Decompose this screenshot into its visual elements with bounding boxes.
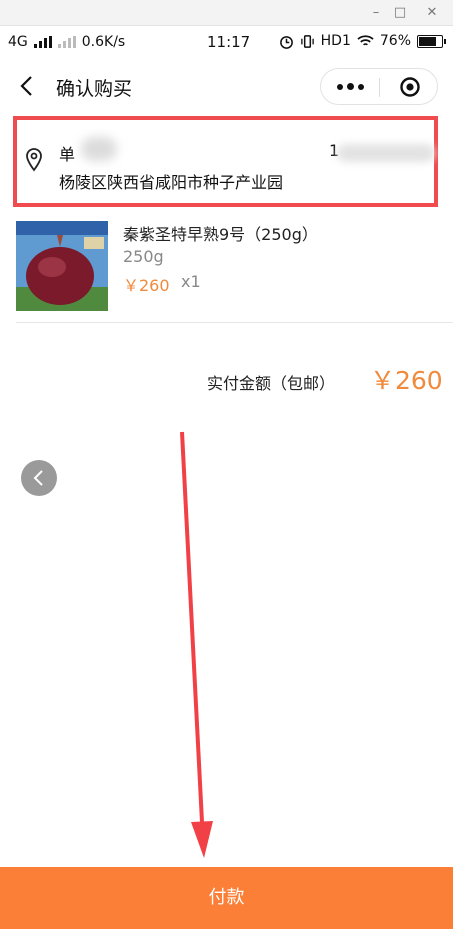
signal-icon — [33, 36, 52, 48]
location-pin-icon — [26, 148, 42, 172]
alarm-icon — [279, 35, 293, 49]
nav-bar: 确认购买 — [0, 58, 453, 114]
address-card[interactable]: 单 1 杨陵区陕西省咸阳市种子产业园 — [13, 116, 438, 207]
window-title-bar: – □ ✕ — [0, 0, 453, 26]
redacted-name — [81, 137, 117, 161]
total-label: 实付金额（包邮） — [207, 374, 336, 393]
status-bar: 4G 0.6K/s 11:17 HD1 76% — [0, 26, 453, 58]
mini-program-capsule — [320, 68, 438, 105]
back-button[interactable] — [16, 72, 40, 100]
product-name: 秦紫圣特早熟9号（250g） — [123, 225, 318, 244]
product-spec: 250g — [123, 247, 164, 266]
clock: 11:17 — [207, 33, 251, 51]
total-amount: ￥260 — [370, 366, 443, 395]
close-icon[interactable]: ✕ — [423, 4, 441, 22]
page-title: 确认购买 — [56, 78, 133, 100]
maximize-icon[interactable]: □ — [391, 4, 409, 22]
pay-button[interactable]: 付款 — [0, 867, 453, 929]
wifi-icon — [357, 35, 374, 46]
battery-fill — [419, 36, 436, 46]
product-price: ￥260 — [123, 276, 170, 295]
address-line: 杨陵区陕西省咸阳市种子产业园 — [59, 173, 284, 192]
chevron-left-icon — [20, 76, 32, 96]
exit-mini-program-button[interactable] — [399, 76, 421, 98]
more-dots-icon — [336, 83, 364, 90]
hd-badge: HD1 — [320, 33, 351, 49]
battery-percent: 76% — [379, 33, 411, 49]
product-quantity: x1 — [181, 272, 201, 291]
floating-back-button[interactable] — [21, 460, 57, 496]
recipient-name: 单 — [59, 145, 76, 164]
record-icon — [400, 77, 420, 97]
minimize-icon[interactable]: – — [367, 4, 385, 22]
battery-icon — [417, 34, 446, 48]
more-button[interactable] — [321, 69, 379, 104]
capsule-divider — [379, 78, 380, 97]
signal-2-icon — [57, 36, 76, 48]
net-speed: 0.6K/s — [81, 34, 126, 50]
chevron-left-icon — [33, 470, 43, 486]
network-label: 4G — [8, 34, 28, 50]
divider — [16, 322, 453, 323]
redacted-phone — [337, 144, 435, 162]
vibrate-icon — [300, 34, 314, 48]
product-image — [16, 221, 108, 311]
order-item: 秦紫圣特早熟9号（250g） 250g ￥260 x1 — [16, 221, 436, 321]
